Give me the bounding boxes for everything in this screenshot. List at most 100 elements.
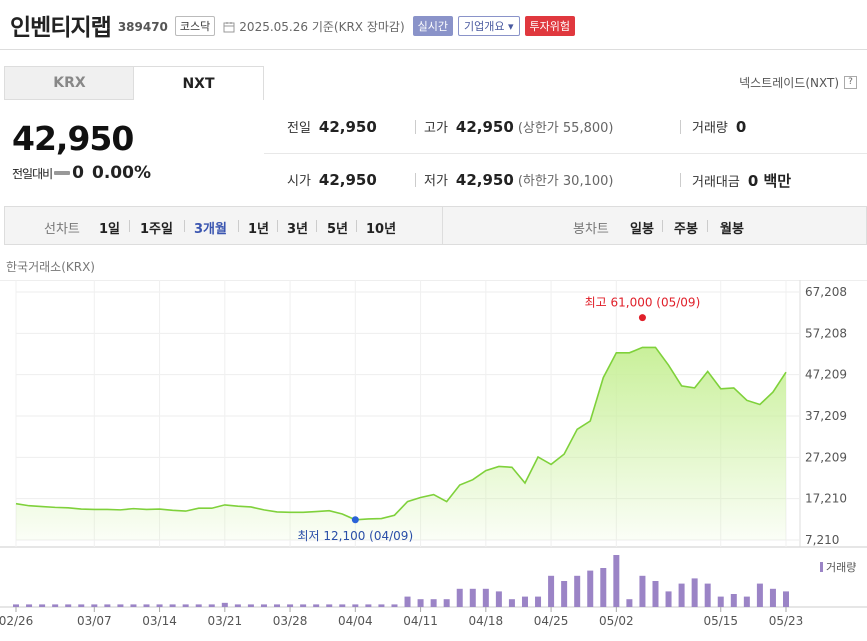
- volume-bar: [26, 604, 33, 607]
- prev-close: 전일 42,950: [287, 117, 377, 136]
- volume-bar: [156, 604, 163, 607]
- x-tick-label: 04/18: [469, 614, 504, 628]
- stock-name: 인벤티지랩: [10, 15, 112, 41]
- volume: 거래량 0: [692, 117, 746, 136]
- period-1d[interactable]: 1일: [99, 218, 120, 237]
- low-label: 최저 12,100 (04/09): [297, 529, 413, 543]
- volume-bar: [574, 575, 581, 607]
- line-chart-label: 선차트: [44, 222, 80, 237]
- volume-bar: [652, 581, 659, 607]
- volume-bar: [730, 594, 737, 607]
- change-label: 전일대비: [12, 166, 53, 181]
- change-value: 0: [72, 163, 85, 183]
- amount-value: 0 백만: [747, 172, 792, 190]
- volume-value: 0: [735, 118, 747, 136]
- x-tick-label: 04/25: [534, 614, 569, 628]
- low-price: 저가 42,950 (하한가 30,100): [424, 170, 613, 189]
- period-1y[interactable]: 1년: [248, 218, 269, 237]
- volume-bar: [600, 568, 607, 607]
- company-overview-dropdown[interactable]: 기업개요 ▾: [458, 16, 520, 36]
- candle-chart-label: 봉차트: [573, 222, 609, 237]
- volume-bar: [208, 604, 215, 607]
- volume-bar: [639, 575, 646, 607]
- separator: [680, 120, 681, 134]
- low-marker: [351, 516, 359, 524]
- period-3y[interactable]: 3년: [287, 218, 308, 237]
- amount-label: 거래대금: [692, 175, 740, 190]
- prev-close-label: 전일: [287, 121, 311, 136]
- volume-bar: [613, 555, 620, 607]
- header-divider: [0, 49, 867, 50]
- separator: [415, 173, 416, 187]
- separator: [356, 220, 357, 232]
- x-tick-label: 04/04: [338, 614, 373, 628]
- volume-bar: [339, 604, 346, 607]
- volume-bar: [717, 596, 724, 607]
- volume-bar: [469, 588, 476, 607]
- price-chart[interactable]: 67,208 57,208 47,209 37,209 27,209 17,210 7,21…: [0, 280, 867, 641]
- price-area: [16, 347, 786, 540]
- volume-bar: [678, 583, 685, 607]
- volume-bar: [508, 599, 515, 607]
- y-tick-label: 27,209: [805, 450, 847, 464]
- y-tick-label: 57,208: [805, 326, 847, 340]
- separator: [707, 220, 708, 232]
- x-tick-label: 04/11: [403, 614, 438, 628]
- volume-bar: [417, 599, 424, 607]
- separator: [238, 220, 239, 232]
- volume-bar: [404, 596, 411, 607]
- high-price: 고가 42,950 (상한가 55,800): [424, 117, 613, 136]
- volume-bar: [482, 588, 489, 607]
- volume-bar: [182, 604, 189, 607]
- open-label: 시가: [287, 174, 311, 189]
- low-label: 저가: [424, 174, 448, 189]
- volume-bar: [300, 604, 307, 607]
- volume-bar: [691, 578, 698, 607]
- separator: [415, 120, 416, 134]
- nextrade-link[interactable]: 넥스트레이드(NXT) ?: [739, 74, 857, 91]
- volume-bar: [91, 604, 98, 607]
- change-percent: 0.00%: [92, 163, 151, 183]
- calendar-icon: [223, 21, 235, 32]
- volume-bar: [287, 604, 294, 607]
- period-divider: [442, 206, 443, 245]
- help-icon[interactable]: ?: [844, 76, 857, 89]
- volume-bar: [391, 604, 398, 607]
- volume-bar: [443, 599, 450, 607]
- volume-legend-label: 거래량: [826, 561, 856, 574]
- volume-bar: [378, 604, 385, 607]
- y-tick-label: 67,208: [805, 285, 847, 299]
- x-tick-label: 02/26: [0, 614, 33, 628]
- candle-monthly[interactable]: 월봉: [720, 218, 744, 237]
- volume-bar: [561, 581, 568, 607]
- period-10y[interactable]: 10년: [366, 218, 396, 237]
- candle-weekly[interactable]: 주봉: [674, 218, 698, 237]
- period-1w[interactable]: 1주일: [140, 218, 173, 237]
- tab-krx[interactable]: KRX: [4, 66, 134, 100]
- current-price: 42,950: [12, 119, 134, 158]
- realtime-button[interactable]: 실시간: [412, 16, 453, 36]
- x-tick-label: 05/23: [769, 614, 804, 628]
- x-tick-label: 03/07: [77, 614, 112, 628]
- open-value: 42,950: [318, 171, 377, 189]
- low-value: 42,950: [455, 171, 514, 189]
- x-tick-label: 05/02: [599, 614, 634, 628]
- price-change: 전일대비 0 0.00%: [12, 163, 151, 183]
- investment-risk-badge[interactable]: 투자위험: [524, 16, 575, 36]
- tab-nxt[interactable]: NXT: [133, 66, 264, 100]
- volume-bar: [169, 604, 176, 607]
- volume-bar: [521, 596, 528, 607]
- volume-bar: [117, 604, 124, 607]
- flat-change-icon: [54, 171, 71, 175]
- volume-bar: [783, 591, 789, 607]
- volume-bar: [313, 604, 320, 607]
- volume-bar: [587, 570, 594, 607]
- volume-bar: [65, 604, 72, 607]
- volume-label: 거래량: [692, 121, 728, 136]
- reference-date: 2025.05.26 기준(KRX 장마감): [239, 20, 405, 34]
- period-3m[interactable]: 3개월: [194, 218, 227, 237]
- market-badge: 코스닥: [174, 16, 216, 36]
- candle-daily[interactable]: 일봉: [630, 218, 654, 237]
- lower-limit: (하한가 30,100): [517, 174, 614, 189]
- period-5y[interactable]: 5년: [327, 218, 348, 237]
